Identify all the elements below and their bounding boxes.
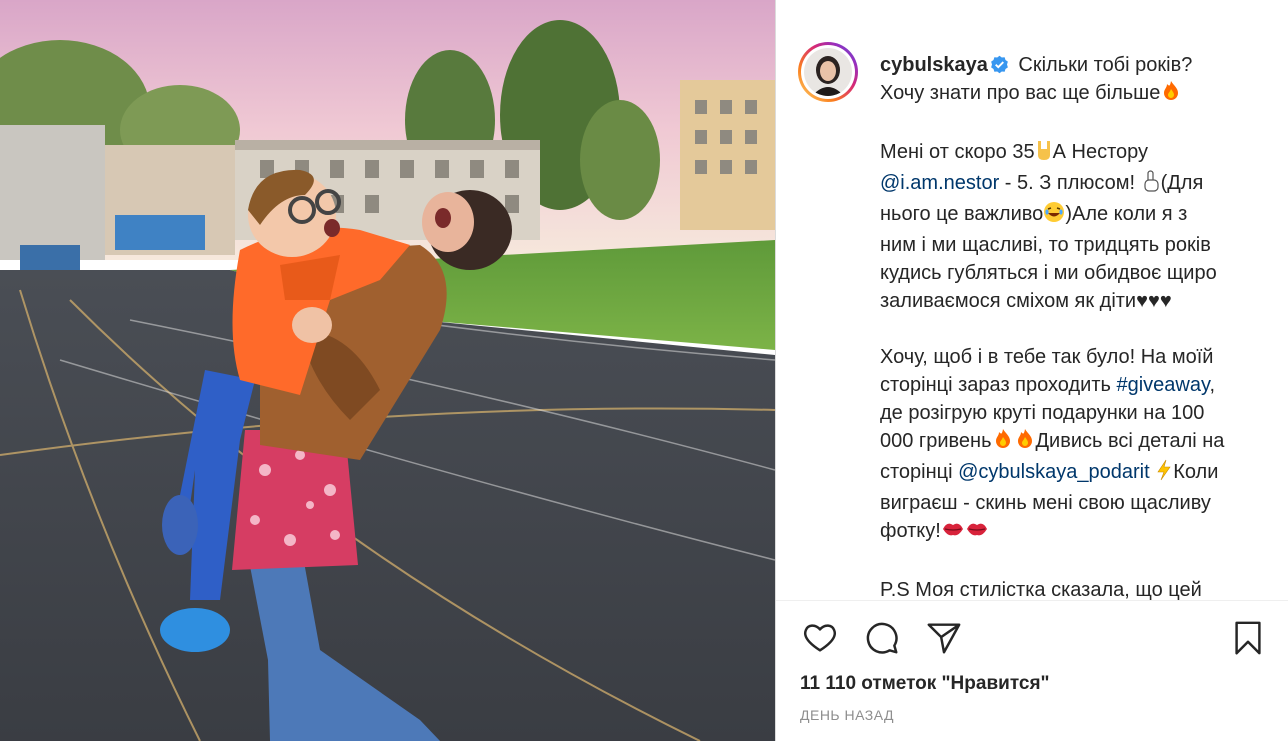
fire-emoji-icon bbox=[992, 428, 1014, 458]
caption-text: ним і ми щасливі, то тридцять років bbox=[880, 234, 1211, 256]
caption-text: А Нестору bbox=[1052, 141, 1149, 163]
kiss-mark-emoji-icon bbox=[941, 518, 965, 548]
caption-text: виграєш - скинь мені свою щасливу bbox=[880, 492, 1211, 514]
pointing-up-emoji-icon bbox=[1141, 170, 1161, 200]
avatar-inner bbox=[801, 45, 855, 99]
post-timestamp[interactable]: ДЕНЬ НАЗАД bbox=[800, 707, 1268, 723]
like-button[interactable] bbox=[800, 618, 840, 658]
bookmark-icon bbox=[1235, 621, 1261, 655]
caption-text: 000 гривень bbox=[880, 430, 992, 452]
caption-text: Дивись всі деталі на bbox=[1035, 430, 1225, 452]
caption-text: , bbox=[1209, 374, 1216, 396]
post-caption: cybulskaya Скільки тобі років? Хочу знат… bbox=[880, 42, 1260, 600]
fire-emoji-icon bbox=[1160, 80, 1182, 110]
caption-text: P.S Моя стилістка сказала, що цей bbox=[880, 579, 1202, 600]
comment-icon bbox=[866, 622, 898, 654]
caption-text: сторінці bbox=[880, 461, 959, 483]
caption-paragraph-2: Мені от скоро 35 А Нестору @i.am.nestor -… bbox=[880, 138, 1260, 315]
laughing-emoji-icon bbox=[1043, 201, 1065, 231]
lightning-emoji-icon bbox=[1155, 459, 1173, 489]
caption-text: нього це важливо bbox=[880, 203, 1044, 225]
caption-line1: Скільки тобі років? bbox=[1018, 54, 1193, 76]
likes-count[interactable]: 11 110 отметок "Нравится" bbox=[800, 671, 1268, 697]
caption-text: де розігрую круті подарунки на 100 bbox=[880, 402, 1205, 424]
mention-link-nestor[interactable]: @i.am.nestor bbox=[880, 172, 999, 194]
caption-text: заливаємося сміхом як діти bbox=[880, 290, 1137, 312]
hashtag-link-giveaway[interactable]: #giveaway bbox=[1116, 374, 1209, 396]
kiss-mark-emoji-icon bbox=[965, 518, 989, 548]
caption-line2: Хочу знати про вас ще більше bbox=[880, 82, 1161, 104]
caption-text: - 5. З плюсом! bbox=[999, 172, 1141, 194]
fire-emoji-icon bbox=[1014, 428, 1036, 458]
black-hearts: ♥♥♥ bbox=[1136, 290, 1172, 312]
post-photo[interactable] bbox=[0, 0, 775, 741]
caption-row: cybulskaya Скільки тобі років? Хочу знат… bbox=[798, 42, 1268, 600]
mention-link-podarit[interactable]: @cybulskaya_podarit bbox=[958, 461, 1150, 483]
caption-text: Хочу, щоб і в тебе так було! На моїй bbox=[880, 346, 1214, 368]
caption-text: )Але коли я з bbox=[1065, 203, 1188, 225]
action-icons bbox=[800, 601, 1268, 671]
heart-icon bbox=[804, 624, 836, 652]
share-icon bbox=[927, 623, 961, 654]
rock-hand-emoji-icon bbox=[1035, 139, 1053, 169]
avatar-image bbox=[804, 48, 852, 96]
caption-text: сторінці зараз проходить bbox=[880, 374, 1117, 396]
caption-text: кудись губляться і ми обидвоє щиро bbox=[880, 262, 1217, 284]
caption-text: Мені от скоро 35 bbox=[880, 141, 1035, 163]
author-username[interactable]: cybulskaya bbox=[880, 54, 988, 76]
caption-text: Коли bbox=[1173, 461, 1219, 483]
post-side-panel: cybulskaya Скільки тобі років? Хочу знат… bbox=[775, 0, 1288, 741]
comment-button[interactable] bbox=[862, 618, 902, 658]
caption-area[interactable]: cybulskaya Скільки тобі років? Хочу знат… bbox=[776, 0, 1288, 600]
post-actions: 11 110 отметок "Нравится" ДЕНЬ НАЗАД bbox=[776, 601, 1288, 741]
post-photo-illustration bbox=[0, 0, 775, 741]
share-button[interactable] bbox=[924, 618, 964, 658]
verified-badge-icon bbox=[990, 55, 1008, 74]
save-button[interactable] bbox=[1228, 618, 1268, 658]
instagram-post: cybulskaya Скільки тобі років? Хочу знат… bbox=[0, 0, 1288, 741]
avatar[interactable] bbox=[798, 42, 858, 102]
caption-paragraph-3: Хочу, щоб і в тебе так було! На моїй сто… bbox=[880, 343, 1260, 548]
caption-text: (Для bbox=[1160, 172, 1204, 194]
caption-paragraph-4: P.S Моя стилістка сказала, що цей bbox=[880, 576, 1260, 600]
caption-text: фотку! bbox=[880, 520, 941, 542]
